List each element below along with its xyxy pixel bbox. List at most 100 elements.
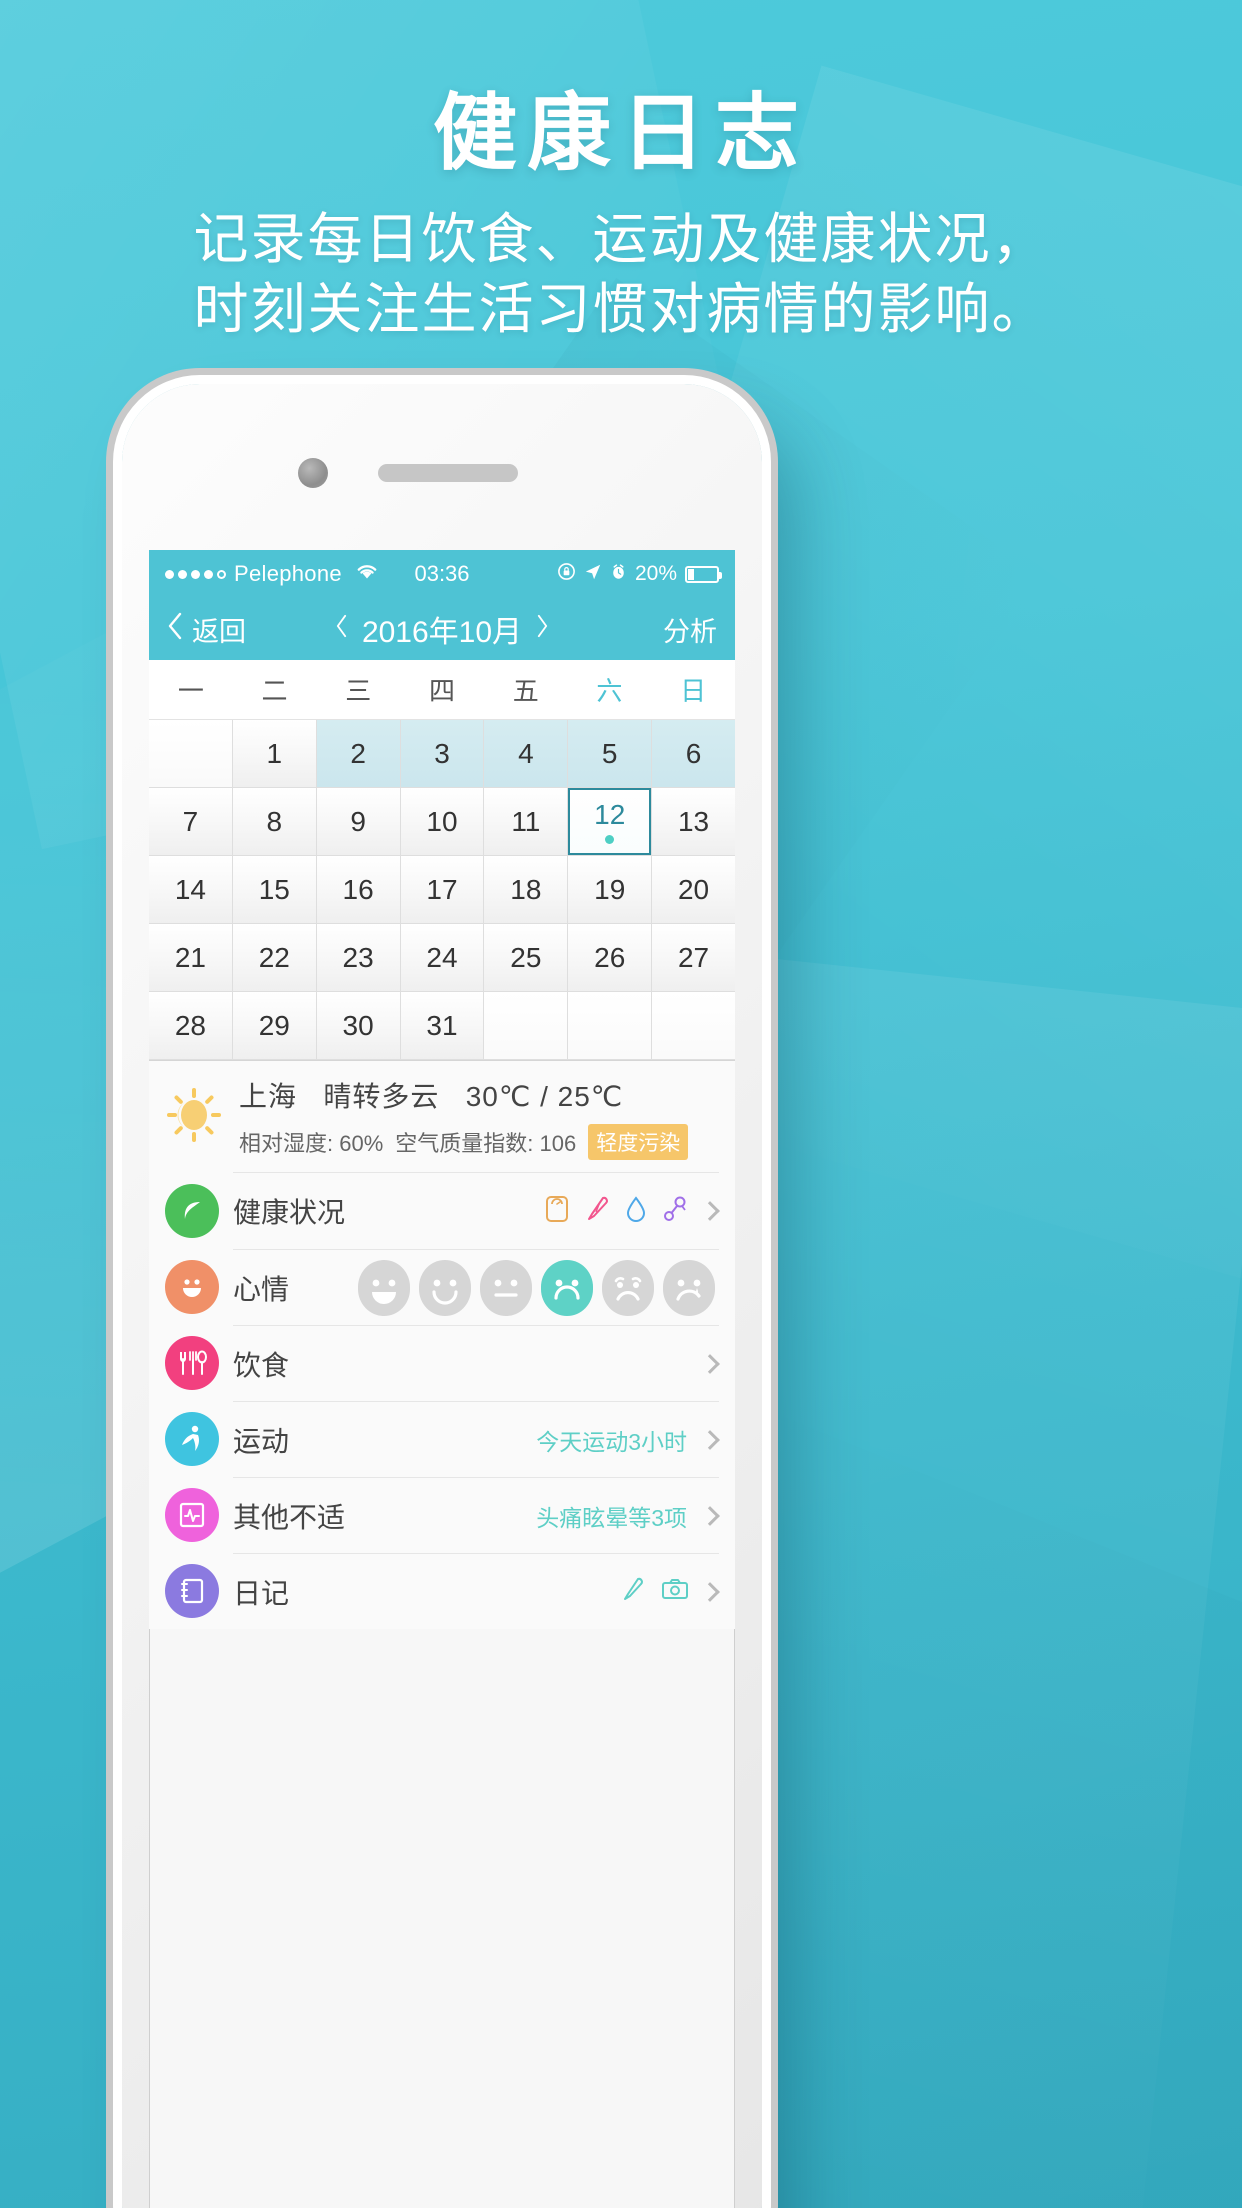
health-metric-icons <box>545 1195 689 1228</box>
calendar-day-number: 13 <box>677 805 710 837</box>
calendar-day-26[interactable]: 26 <box>568 924 652 991</box>
list-item-diet[interactable]: 饮食 <box>149 1325 735 1401</box>
weather-text: 上海 晴转多云 30℃ / 25℃ 相对湿度: 60% 空气质量指数: 106 … <box>239 1075 719 1160</box>
battery-icon <box>685 565 722 583</box>
calendar-day-14[interactable]: 14 <box>149 856 232 923</box>
prev-month-button[interactable] <box>335 614 348 645</box>
calendar-day-number: 1 <box>266 737 283 769</box>
camera-icon[interactable] <box>661 1577 689 1606</box>
status-bar-left: Pelephone <box>165 561 380 587</box>
calendar-day-20[interactable]: 20 <box>652 856 735 923</box>
weather-humidity: 相对湿度: 60% <box>239 1131 384 1156</box>
mood-selector <box>358 1259 715 1316</box>
calendar-day-21[interactable]: 21 <box>149 924 232 991</box>
calendar-day-2[interactable]: 2 <box>316 720 400 787</box>
list-item-health[interactable]: 健康状况 <box>149 1173 735 1249</box>
mood-sad[interactable] <box>541 1259 593 1316</box>
calendar-day-23[interactable]: 23 <box>316 924 400 991</box>
weather-city: 上海 <box>239 1081 298 1112</box>
list-item-label: 心情 <box>233 1273 290 1305</box>
list-item-mood[interactable]: 心情 <box>149 1249 735 1325</box>
battery-percent-label: 20% <box>634 562 677 585</box>
thermometer-icon[interactable] <box>585 1195 609 1228</box>
calendar-day-28[interactable]: 28 <box>149 992 232 1059</box>
weight-scale-icon[interactable] <box>545 1195 569 1228</box>
calendar-day-number: 27 <box>677 941 710 973</box>
next-month-button[interactable] <box>536 614 549 645</box>
weekday-header-3: 四 <box>428 676 455 706</box>
nav-bar: 返回 2016年10月 分析 <box>149 598 735 660</box>
calendar-day-29[interactable]: 29 <box>232 992 316 1059</box>
calendar-day-24[interactable]: 24 <box>400 924 484 991</box>
calendar-day-5[interactable]: 5 <box>568 720 652 787</box>
calendar-day-18[interactable]: 18 <box>484 856 568 923</box>
calendar-day-1[interactable]: 1 <box>232 720 316 787</box>
list-item-label: 日记 <box>233 1577 290 1609</box>
cutlery-icon <box>165 1336 219 1390</box>
mood-cry[interactable] <box>663 1259 715 1316</box>
calendar-day-number: 19 <box>594 873 626 905</box>
calendar-day-number: 31 <box>426 1009 458 1041</box>
list-item-label: 运动 <box>233 1425 290 1457</box>
alarm-clock-icon <box>610 561 627 587</box>
weekday-header-1: 二 <box>261 676 288 706</box>
calendar-day-9[interactable]: 9 <box>316 788 400 855</box>
calendar-day-17[interactable]: 17 <box>400 856 484 923</box>
calendar-day-7[interactable]: 7 <box>149 788 232 855</box>
mood-laugh[interactable] <box>358 1259 410 1316</box>
calendar-day-19[interactable]: 19 <box>568 856 652 923</box>
mood-smile[interactable] <box>419 1259 471 1316</box>
calendar-day-number: 18 <box>510 873 542 905</box>
chevron-right-icon <box>700 1201 720 1221</box>
notebook-icon <box>165 1564 219 1618</box>
calendar-day-number: 12 <box>594 799 626 830</box>
aqi-status-badge: 轻度污染 <box>588 1124 689 1160</box>
calendar-day-number: 23 <box>342 941 374 973</box>
calendar-day-12[interactable]: 12 <box>568 788 652 855</box>
mood-worried[interactable] <box>602 1259 654 1316</box>
happy-face-icon <box>165 1260 219 1314</box>
calendar-day-3[interactable]: 3 <box>400 720 484 787</box>
calendar-day-number: 11 <box>511 805 541 837</box>
pen-icon[interactable] <box>621 1576 645 1607</box>
calendar-day-4[interactable]: 4 <box>484 720 568 787</box>
back-button[interactable]: 返回 <box>167 610 246 649</box>
analysis-button[interactable]: 分析 <box>663 610 717 649</box>
calendar-day-25[interactable]: 25 <box>484 924 568 991</box>
stethoscope-icon[interactable] <box>663 1195 689 1228</box>
calendar-day-10[interactable]: 10 <box>400 788 484 855</box>
weather-summary[interactable]: 上海 晴转多云 30℃ / 25℃ 相对湿度: 60% 空气质量指数: 106 … <box>149 1061 735 1172</box>
calendar-day-13[interactable]: 13 <box>652 788 735 855</box>
calendar-day-15[interactable]: 15 <box>232 856 316 923</box>
weather-main-line: 上海 晴转多云 30℃ / 25℃ <box>239 1075 719 1115</box>
calendar-day-22[interactable]: 22 <box>232 924 316 991</box>
location-arrow-icon <box>584 561 602 587</box>
calendar-day-number: 2 <box>350 737 366 769</box>
weekday-header-4: 五 <box>512 676 539 706</box>
calendar-day-6[interactable]: 6 <box>652 720 735 787</box>
list-item-discomfort[interactable]: 其他不适 头痛眩晕等3项 <box>149 1477 735 1553</box>
calendar-day-31[interactable]: 31 <box>400 992 484 1059</box>
calendar-day-11[interactable]: 11 <box>484 788 568 855</box>
water-drop-icon[interactable] <box>625 1195 647 1228</box>
calendar-day-number: 17 <box>426 873 458 905</box>
list-item-label: 健康状况 <box>233 1197 346 1228</box>
list-item-diary[interactable]: 日记 <box>149 1553 735 1629</box>
mood-neutral[interactable] <box>480 1259 532 1316</box>
weekday-header-2: 三 <box>345 676 372 706</box>
calendar-day-30[interactable]: 30 <box>316 992 400 1059</box>
calendar-day-8[interactable]: 8 <box>232 788 316 855</box>
calendar-day-16[interactable]: 16 <box>316 856 400 923</box>
wifi-icon <box>354 561 380 587</box>
calendar-day-number: 29 <box>258 1009 290 1041</box>
calendar-day-27[interactable]: 27 <box>652 924 735 991</box>
sun-cloud-icon <box>165 1086 223 1149</box>
list-item-exercise[interactable]: 运动 今天运动3小时 <box>149 1401 735 1477</box>
promo-headline: 健康日志 记录每日饮食、运动及健康状况， 时刻关注生活习惯对病情的影响。 <box>0 86 1242 345</box>
calendar-day-number: 6 <box>685 737 702 769</box>
calendar-day-number: 21 <box>174 941 206 973</box>
calendar-day-number: 14 <box>174 873 206 905</box>
phone-mockup: Pelephone 03:36 20% 返回 2016年10月 分析 一 二 三… <box>122 384 762 2208</box>
calendar-day-number: 30 <box>342 1009 374 1041</box>
diary-attachment-icons <box>621 1576 689 1607</box>
